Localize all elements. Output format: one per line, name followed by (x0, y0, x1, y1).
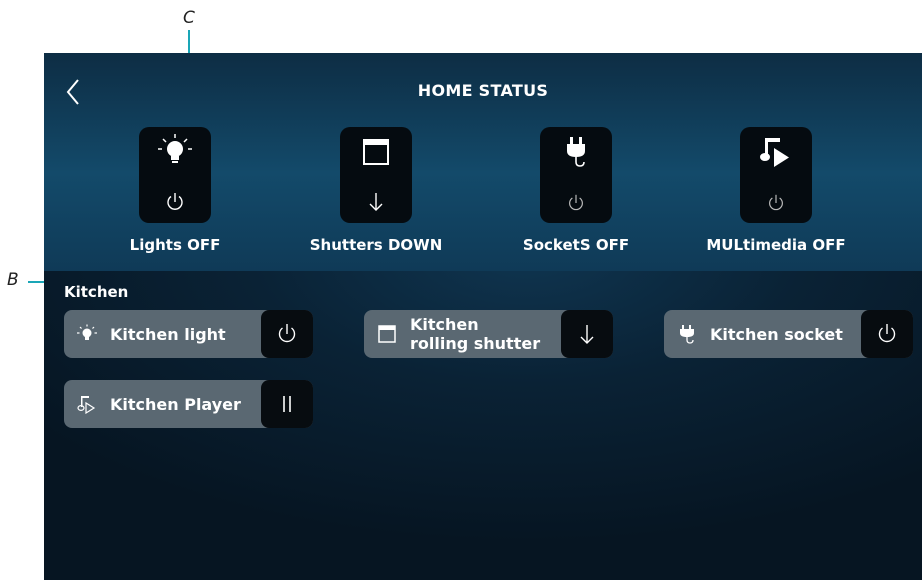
power-icon (278, 324, 296, 343)
shutters-status-tile[interactable] (340, 127, 412, 223)
arrow-down-icon (580, 325, 594, 344)
kitchen-shutter-down-button[interactable] (561, 310, 613, 358)
home-status-screen: HOME STATUS Lights OFF Shutters DOWN Soc… (44, 53, 922, 580)
pause-icon (283, 396, 291, 412)
kitchen-light-label: Kitchen light (110, 325, 226, 344)
lightbulb-icon (158, 134, 192, 163)
music-play-icon (760, 138, 789, 167)
socket-plug-icon (567, 137, 585, 167)
kitchen-player-card[interactable]: Kitchen Player (64, 380, 313, 428)
section-title-kitchen: Kitchen (64, 283, 129, 301)
sockets-status-label: SocketS OFF (522, 236, 630, 254)
kitchen-light-power-button[interactable] (261, 310, 313, 358)
kitchen-socket-label: Kitchen socket (710, 325, 843, 344)
lights-status-tile[interactable] (139, 127, 211, 223)
kitchen-light-card[interactable]: Kitchen light (64, 310, 313, 358)
kitchen-player-label: Kitchen Player (110, 395, 241, 414)
shutter-icon (363, 139, 389, 165)
sockets-status-tile[interactable] (540, 127, 612, 223)
socket-plug-icon (680, 325, 694, 344)
kitchen-socket-card[interactable]: Kitchen socket (664, 310, 913, 358)
multimedia-status-tile[interactable] (740, 127, 812, 223)
lights-status-label: Lights OFF (129, 236, 221, 254)
music-play-icon (77, 396, 96, 414)
power-icon (769, 194, 783, 211)
shutters-status-label: Shutters DOWN (309, 236, 443, 254)
arrow-down-icon (369, 193, 383, 211)
kitchen-shutter-label: Kitchen rolling shutter (410, 315, 541, 353)
page-title: HOME STATUS (417, 81, 549, 100)
multimedia-status-label: MULtimedia OFF (706, 236, 846, 254)
power-icon (569, 194, 583, 211)
kitchen-socket-power-button[interactable] (861, 310, 913, 358)
power-icon (167, 193, 183, 210)
shutter-icon (378, 325, 396, 343)
callout-b-label: B (7, 270, 19, 290)
kitchen-shutter-card[interactable]: Kitchen rolling shutter (364, 310, 613, 358)
lightbulb-icon (77, 324, 97, 340)
power-icon (878, 324, 896, 343)
callout-c-label: C (183, 8, 195, 28)
kitchen-player-pause-button[interactable] (261, 380, 313, 428)
